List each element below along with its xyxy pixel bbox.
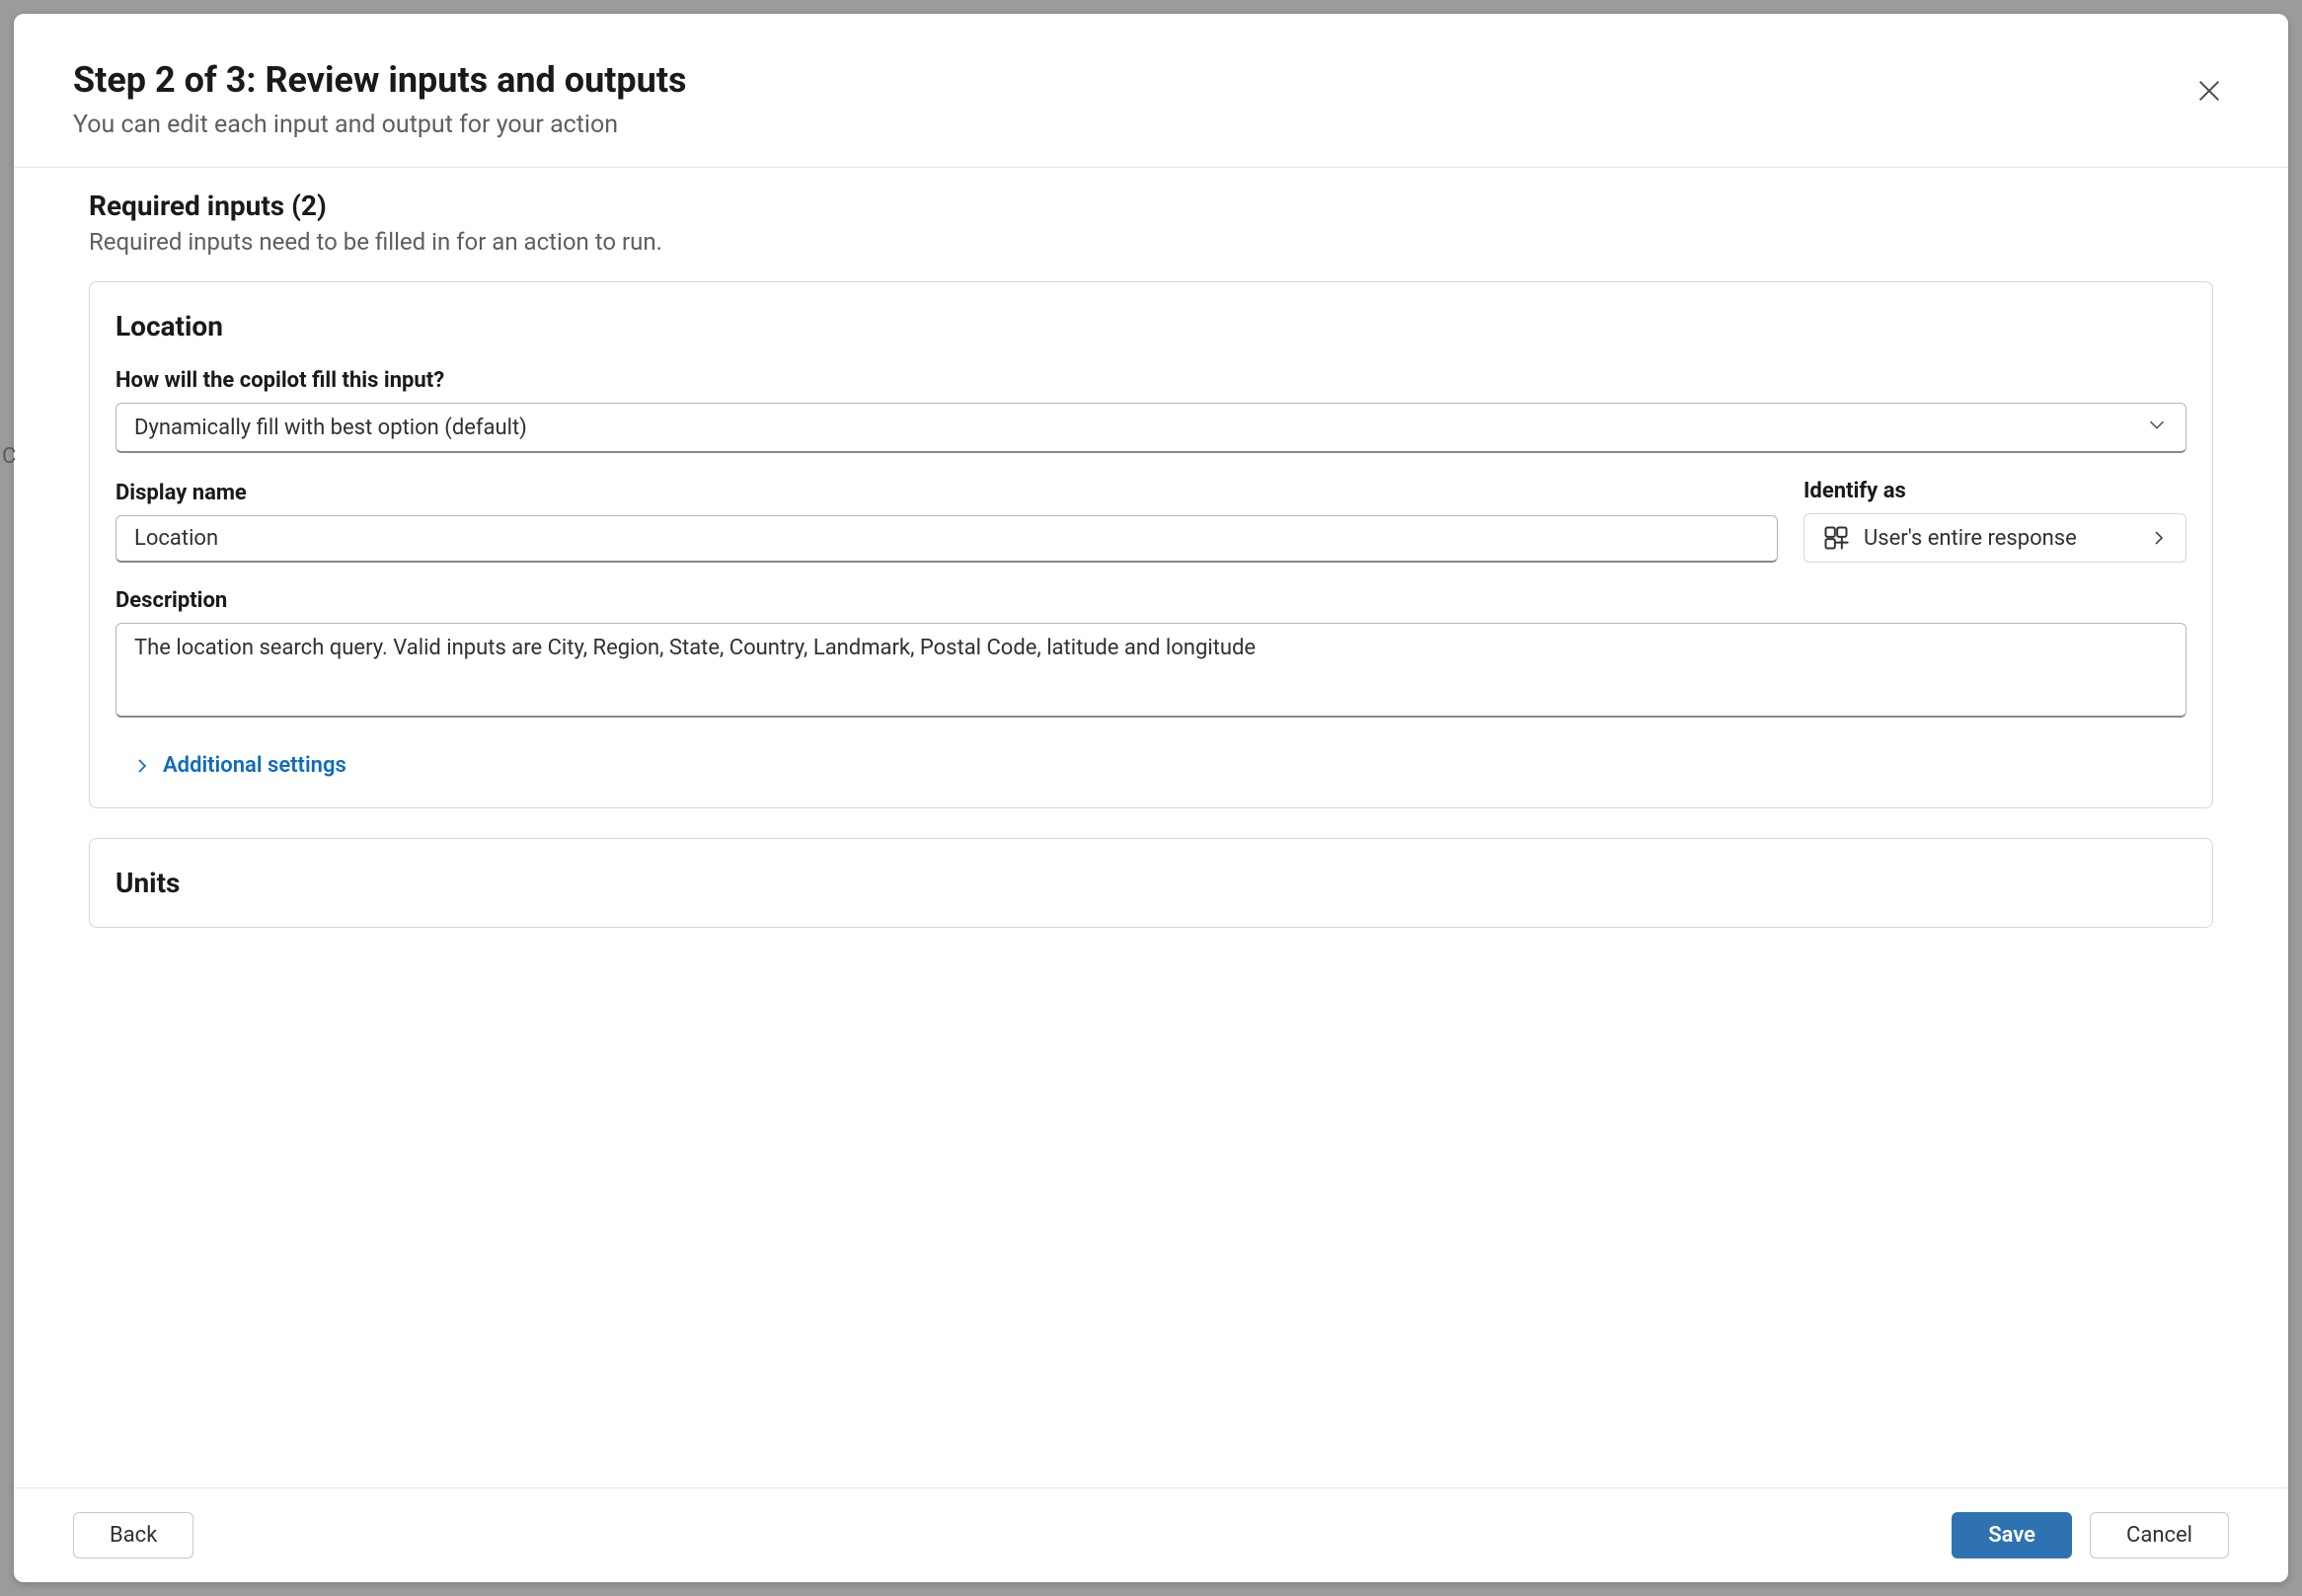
display-name-input[interactable] <box>115 515 1778 563</box>
description-input[interactable] <box>115 623 2187 718</box>
description-label: Description <box>115 588 2187 613</box>
additional-settings-toggle[interactable]: Additional settings <box>115 753 2187 778</box>
modal-title: Step 2 of 3: Review inputs and outputs <box>73 59 687 101</box>
fill-input-select[interactable]: Dynamically fill with best option (defau… <box>115 403 2187 453</box>
close-button[interactable] <box>2189 71 2229 114</box>
review-inputs-modal: Step 2 of 3: Review inputs and outputs Y… <box>14 14 2288 1582</box>
input-card-title: Units <box>115 867 2187 899</box>
chevron-right-icon <box>2150 529 2168 547</box>
fill-input-value: Dynamically fill with best option (defau… <box>134 416 527 440</box>
modal-header: Step 2 of 3: Review inputs and outputs Y… <box>14 14 2288 168</box>
fill-input-label: How will the copilot fill this input? <box>115 368 2187 393</box>
required-inputs-heading: Required inputs (2) <box>89 190 2213 222</box>
save-button[interactable]: Save <box>1952 1512 2072 1558</box>
entity-icon <box>1822 524 1850 552</box>
cancel-button[interactable]: Cancel <box>2090 1512 2229 1558</box>
close-icon <box>2195 77 2223 105</box>
identify-as-button[interactable]: User's entire response <box>1803 513 2187 563</box>
input-card-units: Units <box>89 838 2213 928</box>
chevron-down-icon <box>2146 414 2168 435</box>
modal-subtitle: You can edit each input and output for y… <box>73 111 687 139</box>
background-peek-text: C <box>2 444 16 469</box>
display-name-label: Display name <box>115 481 1778 505</box>
modal-footer: Back Save Cancel <box>14 1487 2288 1582</box>
modal-body: Required inputs (2) Required inputs need… <box>14 168 2288 1487</box>
input-card-location: Location How will the copilot fill this … <box>89 281 2213 808</box>
identify-as-value: User's entire response <box>1864 526 2077 551</box>
back-button[interactable]: Back <box>73 1512 193 1558</box>
input-card-title: Location <box>115 310 2187 342</box>
chevron-right-icon <box>133 757 151 775</box>
identify-as-label: Identify as <box>1803 479 2187 503</box>
required-inputs-description: Required inputs need to be filled in for… <box>89 228 2213 256</box>
additional-settings-label: Additional settings <box>163 753 346 778</box>
